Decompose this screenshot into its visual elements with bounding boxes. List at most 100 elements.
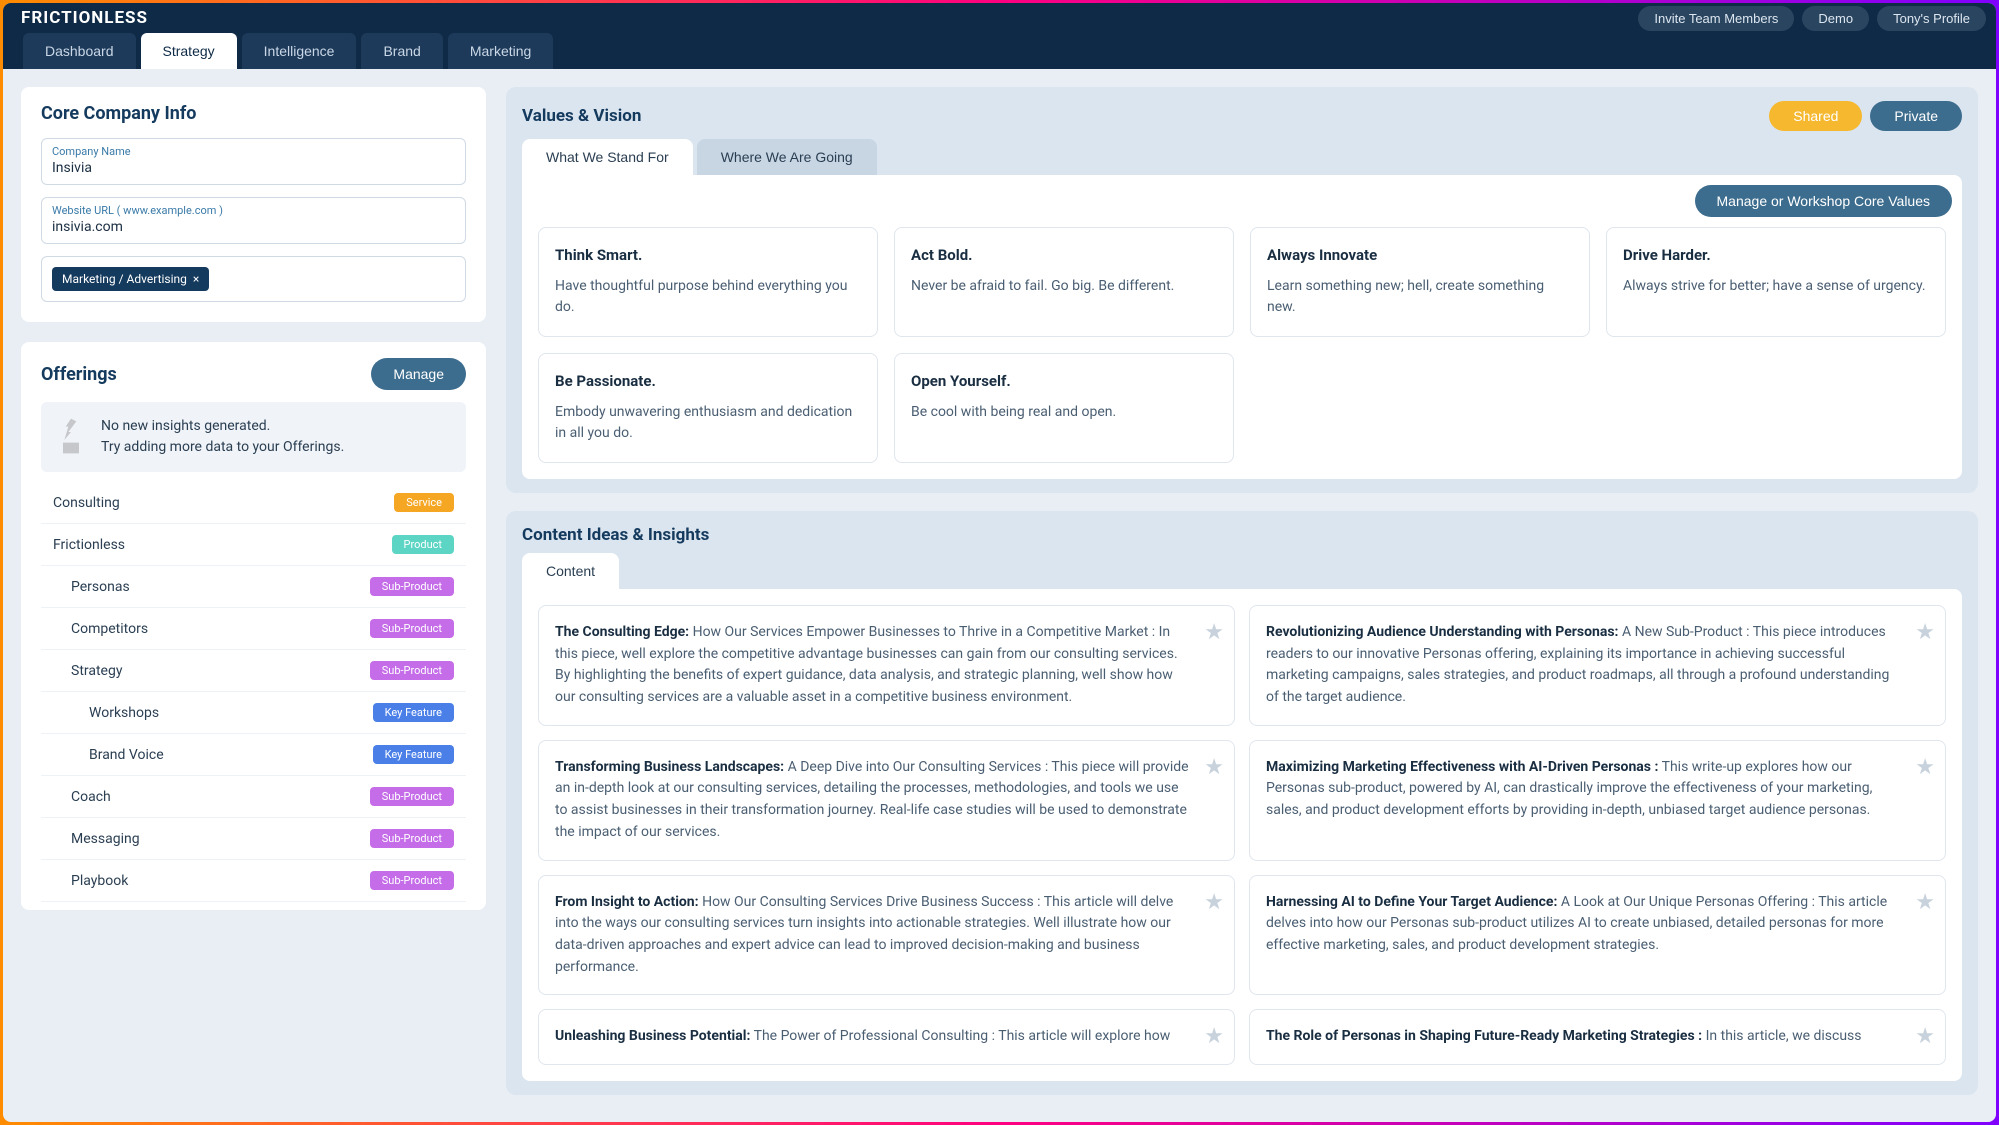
content-card: ★From Insight to Action: How Our Consult… xyxy=(538,875,1235,996)
tab-content[interactable]: Content xyxy=(522,553,619,589)
nav-tab-brand[interactable]: Brand xyxy=(361,33,442,69)
offering-item[interactable]: FrictionlessProduct xyxy=(41,524,466,566)
star-icon[interactable]: ★ xyxy=(1915,1020,1935,1054)
tab-where-we-are-going[interactable]: Where We Are Going xyxy=(697,139,877,175)
offering-label: Workshops xyxy=(89,705,159,721)
offering-badge: Sub-Product xyxy=(370,661,454,680)
offering-item[interactable]: Playbook Sub-Product xyxy=(41,860,466,902)
nav-tab-dashboard[interactable]: Dashboard xyxy=(23,33,136,69)
profile-button[interactable]: Tony's Profile xyxy=(1877,6,1986,31)
value-card: Open Yourself. Be cool with being real an… xyxy=(894,353,1234,463)
logo: FRICTIONLESS xyxy=(13,8,148,28)
company-name-label: Company Name xyxy=(52,145,455,158)
offering-item[interactable]: Workshops Key Feature xyxy=(41,692,466,734)
value-card-body: Never be afraid to fail. Go big. Be diff… xyxy=(911,276,1217,297)
offering-label: Coach xyxy=(71,789,111,805)
company-info-title: Core Company Info xyxy=(41,103,466,124)
content-card-text: The Power of Professional Consulting : T… xyxy=(750,1028,1170,1044)
star-icon[interactable]: ★ xyxy=(1204,1020,1224,1054)
offering-label: Brand Voice xyxy=(89,747,164,763)
content-card: ★Harnessing AI to Define Your Target Aud… xyxy=(1249,875,1946,996)
company-info-panel: Core Company Info Company Name Insivia W… xyxy=(21,87,486,322)
content-ideas-panel: Content Ideas & Insights Content ★ The Co… xyxy=(506,511,1978,1095)
website-url-value: insivia.com xyxy=(52,217,455,235)
value-card: Drive Harder. Always strive for better; h… xyxy=(1606,227,1946,337)
offering-label: Competitors xyxy=(71,621,148,637)
content-card: ★Revolutionizing Audience Understanding … xyxy=(1249,605,1946,726)
mascot-icon xyxy=(55,416,87,456)
tab-what-we-stand-for[interactable]: What We Stand For xyxy=(522,139,693,175)
offering-item[interactable]: Competitors Sub-Product xyxy=(41,608,466,650)
star-icon[interactable]: ★ xyxy=(1915,751,1935,785)
main-nav: DashboardStrategyIntelligenceBrandMarket… xyxy=(3,33,1996,69)
value-card: Be Passionate. Embody unwavering enthusia… xyxy=(538,353,878,463)
company-name-field[interactable]: Company Name Insivia xyxy=(41,138,466,185)
offerings-panel: Offerings Manage No new insights generat… xyxy=(21,342,486,910)
offering-badge: Sub-Product xyxy=(370,829,454,848)
values-title: Values & Vision xyxy=(522,106,641,126)
invite-team-button[interactable]: Invite Team Members xyxy=(1638,6,1794,31)
value-card-body: Have thoughtful purpose behind everythin… xyxy=(555,276,861,318)
offering-item[interactable]: Personas Sub-Product xyxy=(41,566,466,608)
offering-item[interactable]: ConsultingService xyxy=(41,482,466,524)
value-card-title: Open Yourself. xyxy=(911,372,1217,390)
offerings-manage-button[interactable]: Manage xyxy=(371,358,466,390)
content-card-title: From Insight to Action: xyxy=(555,894,699,910)
value-card-title: Be Passionate. xyxy=(555,372,861,390)
nav-tab-strategy[interactable]: Strategy xyxy=(141,33,237,69)
content-card-title: Transforming Business Landscapes: xyxy=(555,759,784,775)
value-card-title: Always Innovate xyxy=(1267,246,1573,264)
offering-badge: Sub-Product xyxy=(370,619,454,638)
offering-item[interactable]: Brand Voice Key Feature xyxy=(41,734,466,776)
star-icon[interactable]: ★ xyxy=(1915,886,1935,920)
content-card: ★The Consulting Edge: How Our Services E… xyxy=(538,605,1235,726)
content-card: ★Unleashing Business Potential: The Powe… xyxy=(538,1009,1235,1065)
offering-badge: Sub-Product xyxy=(370,787,454,806)
star-icon[interactable]: ★ xyxy=(1204,751,1224,785)
tag-label: Marketing / Advertising xyxy=(62,272,187,286)
demo-button[interactable]: Demo xyxy=(1802,6,1869,31)
shared-toggle[interactable]: Shared xyxy=(1769,101,1862,131)
content-card: ★Transforming Business Landscapes: A Dee… xyxy=(538,740,1235,861)
values-vision-panel: Values & Vision Shared Private What We S… xyxy=(506,87,1978,493)
value-card-title: Drive Harder. xyxy=(1623,246,1929,264)
value-card-body: Always strive for better; have a sense o… xyxy=(1623,276,1929,297)
content-title: Content Ideas & Insights xyxy=(522,525,709,545)
value-card-body: Embody unwavering enthusiasm and dedicat… xyxy=(555,402,861,444)
offering-item[interactable]: Strategy Sub-Product xyxy=(41,650,466,692)
star-icon[interactable]: ★ xyxy=(1204,616,1224,650)
content-card-title: The Role of Personas in Shaping Future-R… xyxy=(1266,1028,1702,1044)
website-url-label: Website URL ( www.example.com ) xyxy=(52,204,455,217)
offerings-title: Offerings xyxy=(41,364,117,385)
content-card-title: The Consulting Edge: xyxy=(555,624,689,640)
offering-label: Personas xyxy=(71,579,130,595)
offering-label: Consulting xyxy=(53,495,120,511)
star-icon[interactable]: ★ xyxy=(1915,616,1935,650)
offering-item[interactable]: Messaging Sub-Product xyxy=(41,818,466,860)
nav-tab-marketing[interactable]: Marketing xyxy=(448,33,553,69)
nav-tab-intelligence[interactable]: Intelligence xyxy=(242,33,357,69)
content-card-title: Maximizing Marketing Effectiveness with … xyxy=(1266,759,1658,775)
value-card: Always Innovate Learn something new; hell… xyxy=(1250,227,1590,337)
tag-remove-icon[interactable]: × xyxy=(193,272,199,286)
offering-badge: Sub-Product xyxy=(370,871,454,890)
insight-line-2: Try adding more data to your Offerings. xyxy=(101,437,452,458)
offering-badge: Product xyxy=(392,535,454,554)
value-card-body: Learn something new; hell, create someth… xyxy=(1267,276,1573,318)
offering-label: Messaging xyxy=(71,831,140,847)
value-card-body: Be cool with being real and open. xyxy=(911,402,1217,423)
private-toggle[interactable]: Private xyxy=(1870,101,1962,131)
content-card: ★ Maximizing Marketing Effectiveness with… xyxy=(1249,740,1946,861)
offering-label: Playbook xyxy=(71,873,128,889)
manage-workshop-button[interactable]: Manage or Workshop Core Values xyxy=(1695,185,1952,217)
company-name-value: Insivia xyxy=(52,158,455,176)
offerings-insight-box: No new insights generated. Try adding mo… xyxy=(41,402,466,472)
offering-item[interactable]: Coach Sub-Product xyxy=(41,776,466,818)
offering-badge: Sub-Product xyxy=(370,577,454,596)
star-icon[interactable]: ★ xyxy=(1204,886,1224,920)
website-url-field[interactable]: Website URL ( www.example.com ) insivia.… xyxy=(41,197,466,244)
offering-label: Strategy xyxy=(71,663,122,679)
offering-badge: Key Feature xyxy=(373,745,454,764)
offering-badge: Key Feature xyxy=(373,703,454,722)
industry-tags[interactable]: Marketing / Advertising × xyxy=(41,256,466,302)
